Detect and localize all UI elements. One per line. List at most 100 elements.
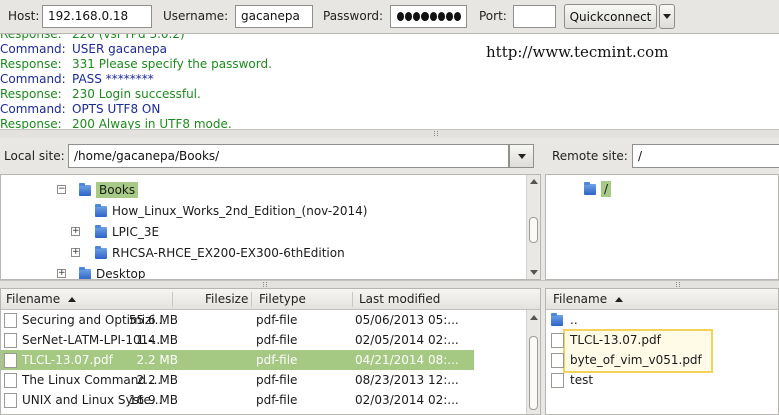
file-modified: 02/05/2014 02:... (355, 333, 459, 347)
collapse-icon[interactable]: − (57, 185, 66, 194)
quickconnect-history-button[interactable] (659, 4, 675, 29)
watermark-url: http://www.tecmint.com (486, 43, 669, 61)
log-line-text: 220 (vsFTPd 3.0.2) (72, 33, 185, 41)
password-dot (429, 12, 437, 21)
log-line-kind: Command: (0, 42, 66, 56)
log-line-text: OPTS UTF8 ON (72, 102, 161, 116)
file-name: test (570, 373, 594, 387)
tree-node[interactable]: How_Linux_Works_2nd_Edition_(nov-2014) (95, 202, 368, 220)
local-site-label: Local site: (4, 149, 65, 163)
host-label: Host: (8, 9, 40, 23)
tree-node-label: Books (96, 182, 139, 198)
file-name: byte_of_vim_v051.pdf (570, 353, 702, 367)
file-icon (4, 333, 17, 348)
tree-node-label: RHCSA-RHCE_EX200-EX300-6thEdition (112, 246, 345, 260)
log-line: Command: PASS ******** (0, 72, 154, 87)
tree-node[interactable]: Books (79, 181, 139, 199)
file-modified: 08/23/2013 12:... (355, 373, 459, 387)
tree-node-label: LPIC_3E (112, 225, 160, 239)
sort-ascending-icon (68, 297, 77, 302)
column-filename[interactable]: Filename (6, 292, 77, 306)
local-file-list[interactable]: Filename Filesize Filetype Last modified… (0, 288, 541, 415)
password-dot (405, 12, 413, 21)
file-size: 2.2 MB (136, 353, 178, 367)
table-row[interactable]: test (546, 370, 778, 390)
file-type: pdf-file (256, 373, 298, 387)
local-list-scrollbar[interactable] (526, 310, 540, 414)
log-line-kind: Command: (0, 102, 66, 116)
table-row[interactable]: byte_of_vim_v051.pdf (546, 350, 778, 370)
tree-node[interactable]: LPIC_3E (95, 223, 159, 241)
file-modified: 04/21/2014 08:... (355, 353, 459, 367)
file-modified: 02/03/2014 02:... (355, 393, 459, 407)
table-row[interactable]: Securing and Optimizi... 55.6 MB pdf-file 0… (1, 310, 474, 330)
file-name: TLCL-13.07.pdf (22, 353, 113, 367)
local-site-path-input[interactable]: /home/gacanepa/Books/ (68, 144, 509, 168)
remote-site-bar: Remote site: / (545, 138, 779, 174)
scroll-up-icon[interactable] (530, 179, 538, 184)
expand-icon[interactable]: + (71, 248, 80, 257)
column-filetype[interactable]: Filetype (259, 292, 306, 306)
password-input[interactable] (390, 5, 467, 28)
file-type: pdf-file (256, 313, 298, 327)
column-filename[interactable]: Filename (553, 292, 624, 306)
file-type: pdf-file (256, 353, 298, 367)
folder-icon (95, 203, 107, 217)
password-label: Password: (323, 9, 384, 23)
password-dot (437, 12, 445, 21)
remote-file-list[interactable]: Filename .. TLCL-13.07.pdf byte_of_vim_v05… (545, 288, 779, 415)
scrollbar-thumb[interactable] (529, 217, 538, 243)
file-type: pdf-file (256, 393, 298, 407)
file-icon (4, 393, 17, 408)
remote-tree-root[interactable]: / (584, 180, 612, 198)
host-input[interactable]: 192.168.0.18 (42, 5, 152, 28)
expand-icon[interactable]: + (71, 227, 80, 236)
remote-tree-root-label: / (601, 181, 612, 197)
local-tree-scrollbar[interactable] (526, 175, 540, 279)
file-size: 55.6 MB (128, 313, 178, 327)
port-label: Port: (479, 9, 507, 23)
remote-directory-tree[interactable]: / (545, 174, 779, 280)
remote-site-label: Remote site: (552, 149, 628, 163)
table-row[interactable]: TLCL-13.07.pdf (546, 330, 778, 350)
scrollbar-thumb[interactable] (529, 336, 538, 410)
column-last-modified[interactable]: Last modified (359, 292, 440, 306)
file-icon (551, 353, 564, 368)
scroll-down-icon[interactable] (530, 270, 538, 275)
file-name: .. (570, 313, 578, 327)
folder-icon (95, 224, 107, 238)
folder-icon (79, 182, 91, 196)
tree-node[interactable]: RHCSA-RHCE_EX200-EX300-6thEdition (95, 244, 345, 262)
table-row[interactable]: The Linux Command ... 2.2 MB pdf-file 08/23… (1, 370, 474, 390)
table-row[interactable]: .. (546, 310, 778, 330)
scroll-up-icon[interactable] (530, 315, 538, 320)
tree-list-splitter[interactable] (0, 280, 779, 288)
column-filesize[interactable]: Filesize (205, 292, 248, 306)
log-line-text: 230 Login successful. (72, 87, 201, 101)
file-icon (4, 313, 17, 328)
log-line-text: 200 Always in UTF8 mode. (72, 117, 232, 129)
quickconnect-bar: Host: 192.168.0.18 Username: gacanepa Pa… (0, 0, 779, 33)
table-row[interactable]: UNIX and Linux Syste... 16.9 MB pdf-file 02… (1, 390, 474, 410)
file-icon (551, 333, 564, 348)
log-line: Response: 220 (vsFTPd 3.0.2) (0, 33, 185, 42)
log-line-kind: Response: (0, 117, 62, 129)
file-size: 1.4 MB (136, 333, 178, 347)
local-file-list-header: Filename Filesize Filetype Last modified (1, 289, 540, 310)
tree-node[interactable]: Desktop (79, 265, 146, 279)
log-line-text: 331 Please specify the password. (72, 57, 272, 71)
message-log[interactable]: Response: 220 (vsFTPd 3.0.2) Command: USER … (0, 33, 779, 129)
log-line-text: PASS ******** (72, 72, 154, 86)
table-row[interactable]: SerNet-LATM-LPI-101-... 1.4 MB pdf-file 02/… (1, 330, 474, 350)
local-directory-tree[interactable]: − Books How_Linux_Works_2nd_Edition_(nov-2… (0, 174, 541, 280)
table-row[interactable]: TLCL-13.07.pdf 2.2 MB pdf-file 04/21/2014 0… (1, 350, 474, 370)
port-input[interactable] (513, 5, 556, 28)
quickconnect-button[interactable]: Quickconnect (564, 4, 657, 29)
remote-site-path-input[interactable]: / (632, 144, 779, 168)
log-splitter[interactable] (0, 129, 779, 138)
folder-icon (95, 245, 107, 259)
log-line-kind: Response: (0, 87, 62, 101)
local-site-dropdown-button[interactable] (509, 144, 534, 168)
username-input[interactable]: gacanepa (235, 5, 313, 28)
expand-icon[interactable]: + (57, 269, 66, 278)
